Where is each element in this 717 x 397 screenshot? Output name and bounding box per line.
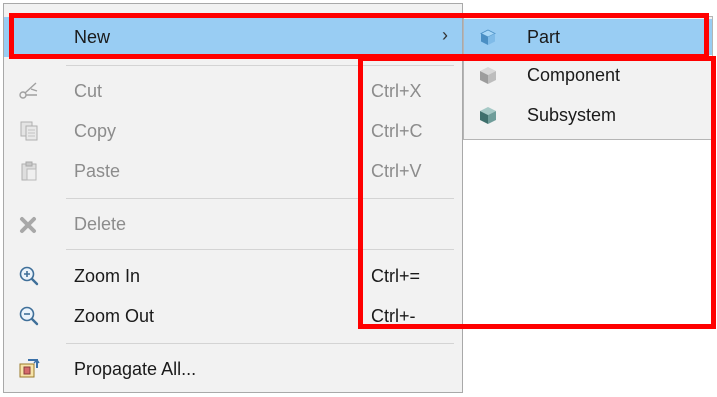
- menu-item-propagate-all[interactable]: Propagate All...: [4, 349, 462, 389]
- annotation-highlight-new-part: [9, 13, 709, 59]
- annotation-highlight-region: [358, 56, 716, 329]
- paste-icon: [18, 160, 40, 182]
- menu-item-label: Copy: [74, 121, 117, 141]
- separator: [66, 343, 454, 344]
- menu-item-label: Cut: [74, 81, 103, 101]
- zoom-out-icon: [18, 305, 40, 327]
- zoom-in-icon: [18, 265, 40, 287]
- propagate-icon: [18, 358, 40, 380]
- scissors-icon: [18, 80, 40, 102]
- menu-item-label: Zoom Out: [74, 306, 155, 326]
- menu-item-label: Zoom In: [74, 266, 141, 286]
- menu-item-label: Propagate All...: [74, 359, 197, 379]
- delete-x-icon: [18, 213, 40, 235]
- copy-icon: [18, 120, 40, 142]
- menu-item-label: Paste: [74, 161, 121, 181]
- menu-item-label: Delete: [74, 214, 127, 234]
